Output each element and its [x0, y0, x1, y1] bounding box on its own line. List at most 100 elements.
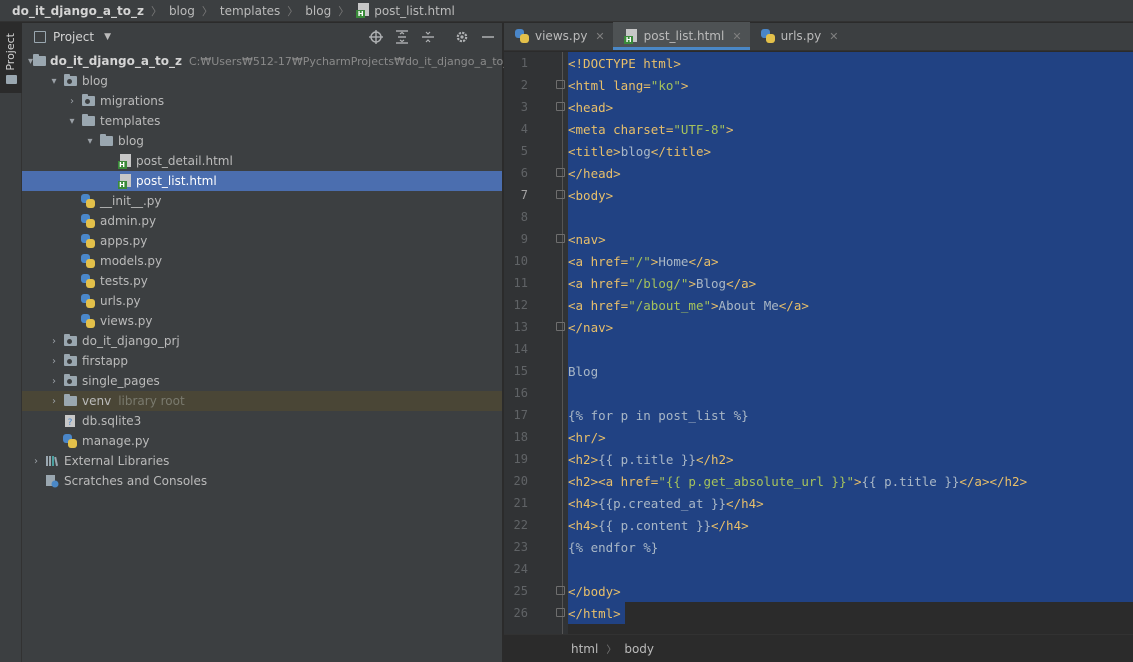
code-line[interactable]: <title> blog </title>	[568, 140, 711, 162]
tree-item-single-pages[interactable]: › single_pages	[22, 371, 502, 391]
folder-icon	[81, 114, 95, 126]
navigation-breadcrumb: do_it_django_a_to_z 〉 blog 〉 templates 〉…	[0, 0, 1133, 22]
tree-item-post-detail[interactable]: H post_detail.html	[22, 151, 502, 171]
project-tool-tab[interactable]: Project	[0, 23, 22, 93]
tree-item-views[interactable]: views.py	[22, 311, 502, 331]
tab-label: urls.py	[780, 29, 822, 43]
code-line[interactable]: </html>	[568, 602, 621, 624]
chevron-right-icon[interactable]: ›	[46, 356, 62, 367]
tab-views-py[interactable]: views.py ✕	[504, 22, 613, 50]
svg-text:?: ?	[68, 418, 73, 428]
breadcrumb-project[interactable]: do_it_django_a_to_z	[12, 4, 144, 18]
fold-marker-icon[interactable]	[556, 322, 565, 331]
breadcrumb-separator: 〉	[338, 4, 350, 18]
breadcrumb-blog-sub[interactable]: blog	[305, 4, 331, 18]
chevron-down-icon[interactable]: ▾	[82, 136, 98, 147]
tab-post-list-html[interactable]: H post_list.html ✕	[612, 22, 750, 50]
code-line[interactable]: <a href= "/about_me" > About Me </a>	[568, 294, 809, 316]
minimize-icon[interactable]	[480, 29, 496, 45]
tree-item-apps[interactable]: apps.py	[22, 231, 502, 251]
tree-item-scratches[interactable]: Scratches and Consoles	[22, 471, 502, 491]
collapse-all-icon[interactable]	[420, 29, 436, 45]
chevron-right-icon[interactable]: ›	[28, 456, 44, 467]
tree-item-admin[interactable]: admin.py	[22, 211, 502, 231]
tree-item-urls[interactable]: urls.py	[22, 291, 502, 311]
tree-item-db[interactable]: ? db.sqlite3	[22, 411, 502, 431]
line-number: 2	[520, 78, 528, 92]
project-view-selector[interactable]: Project ▼	[34, 30, 111, 44]
code-line[interactable]: </body>	[568, 580, 621, 602]
tree-item-tests[interactable]: tests.py	[22, 271, 502, 291]
chevron-right-icon[interactable]: ›	[46, 396, 62, 407]
tree-item-venv[interactable]: › venv library root	[22, 391, 502, 411]
close-icon[interactable]: ✕	[595, 30, 604, 43]
fold-marker-icon[interactable]	[556, 234, 565, 243]
code-line[interactable]: <html lang= "ko" >	[568, 74, 688, 96]
expand-all-icon[interactable]	[394, 29, 410, 45]
code-line[interactable]: <a href= "/blog/" > Blog </a>	[568, 272, 756, 294]
fold-marker-icon[interactable]	[556, 102, 565, 111]
fold-marker-icon[interactable]	[556, 586, 565, 595]
line-number: 19	[513, 452, 528, 466]
code-line[interactable]: <h2> <a href= "{{ p.get_absolute_url }}" >{…	[568, 470, 1027, 492]
python-file-icon	[81, 234, 95, 248]
fold-marker-icon[interactable]	[556, 608, 565, 617]
close-icon[interactable]: ✕	[829, 30, 838, 43]
html-file-icon: H	[624, 28, 638, 44]
line-number: 13	[513, 320, 528, 334]
code-line[interactable]: {% endfor %}	[568, 536, 658, 558]
code-line[interactable]: {% for p in post_list %}	[568, 404, 749, 426]
gear-icon[interactable]	[454, 29, 470, 45]
tree-item-blog[interactable]: ▾ blog	[22, 71, 502, 91]
code-line[interactable]: <h2>{{ p.title }} </h2>	[568, 448, 734, 470]
tree-item-templates[interactable]: ▾ templates	[22, 111, 502, 131]
editor-breadcrumb-body[interactable]: body	[624, 642, 654, 656]
code-line[interactable]: <hr/>	[568, 426, 606, 448]
tree-item-post-list[interactable]: H post_list.html	[22, 171, 502, 191]
code-line[interactable]: <nav>	[568, 228, 606, 250]
tree-item-migrations[interactable]: › migrations	[22, 91, 502, 111]
tree-item-templates-blog[interactable]: ▾ blog	[22, 131, 502, 151]
locate-icon[interactable]	[368, 29, 384, 45]
selection-highlight	[568, 316, 1133, 338]
chevron-right-icon[interactable]: ›	[46, 376, 62, 387]
library-icon	[44, 453, 60, 469]
close-icon[interactable]: ✕	[732, 30, 741, 43]
tree-item-manage[interactable]: manage.py	[22, 431, 502, 451]
code-line[interactable]: <h4> {{p.created_at }} </h4>	[568, 492, 764, 514]
html-file-icon: H	[117, 153, 131, 169]
code-line[interactable]: <h4>{{ p.content }} </h4>	[568, 514, 749, 536]
code-line[interactable]: <body>	[568, 184, 613, 206]
tab-urls-py[interactable]: urls.py ✕	[750, 22, 847, 50]
chevron-right-icon[interactable]: ›	[64, 96, 80, 107]
editor-breadcrumb-html[interactable]: html	[571, 642, 598, 656]
breadcrumb-file[interactable]: H post_list.html	[356, 3, 455, 18]
tree-item-init[interactable]: __init__.py	[22, 191, 502, 211]
chevron-down-icon[interactable]: ▾	[64, 116, 80, 127]
chevron-down-icon[interactable]: ▾	[46, 76, 62, 87]
tree-item-label: firstapp	[82, 354, 129, 368]
code-line[interactable]: </nav>	[568, 316, 613, 338]
tree-item-external-libraries[interactable]: › External Libraries	[22, 451, 502, 471]
fold-marker-icon[interactable]	[556, 168, 565, 177]
scratches-icon	[44, 473, 60, 489]
code-line[interactable]: <!DOCTYPE html>	[568, 52, 681, 74]
tree-item-django-prj[interactable]: › do_it_django_prj	[22, 331, 502, 351]
breadcrumb-templates[interactable]: templates	[220, 4, 280, 18]
selection-highlight	[568, 184, 1133, 206]
line-number: 1	[520, 56, 528, 70]
code-line[interactable]: </head>	[568, 162, 621, 184]
code-line[interactable]: <a href= "/" > Home </a>	[568, 250, 719, 272]
chevron-right-icon[interactable]: ›	[46, 336, 62, 347]
line-number: 7	[520, 188, 528, 202]
fold-marker-icon[interactable]	[556, 80, 565, 89]
code-editor[interactable]: 1 <!DOCTYPE html> 2 <html lang= "ko" > 3 <head>…	[504, 52, 1133, 634]
code-line[interactable]: Blog	[568, 360, 598, 382]
tree-item-firstapp[interactable]: › firstapp	[22, 351, 502, 371]
code-line[interactable]: <head>	[568, 96, 613, 118]
code-line[interactable]: <meta charset= "UTF-8" >	[568, 118, 734, 140]
tree-item-root[interactable]: ▾ do_it_django_a_to_z C:₩Users₩512-17₩Py…	[22, 51, 515, 71]
fold-marker-icon[interactable]	[556, 190, 565, 199]
tree-item-models[interactable]: models.py	[22, 251, 502, 271]
breadcrumb-blog[interactable]: blog	[169, 4, 195, 18]
